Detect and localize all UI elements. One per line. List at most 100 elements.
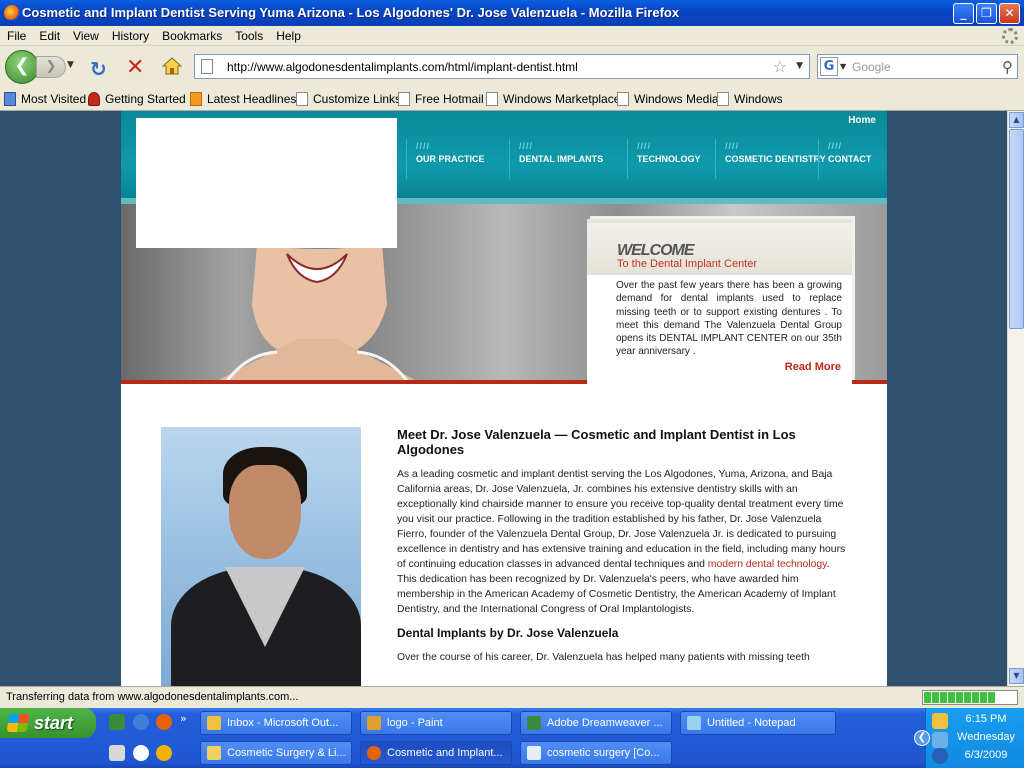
folder-icon [4, 92, 16, 106]
search-icon[interactable]: ⚲ [1002, 58, 1013, 76]
window-title: Cosmetic and Implant Dentist Serving Yum… [22, 5, 680, 20]
page-icon [296, 92, 308, 106]
bookmark-windows-marketplace[interactable]: Windows Marketplace [486, 92, 620, 106]
outlook-tray-icon[interactable] [932, 713, 948, 729]
bookmark-windows-media[interactable]: Windows Media [617, 92, 719, 106]
task-explorer-folder[interactable]: Cosmetic Surgery & Li... [200, 741, 352, 765]
task-word-document[interactable]: cosmetic surgery [Co... [520, 741, 672, 765]
nav-technology[interactable]: ////TECHNOLOGY [627, 139, 701, 179]
url-dropdown-icon[interactable]: ▼ [796, 61, 803, 71]
minimize-button[interactable]: _ [953, 3, 974, 24]
page-icon [486, 92, 498, 106]
folder-icon [207, 746, 221, 760]
task-notepad[interactable]: Untitled - Notepad [680, 711, 836, 735]
article-subheading: Dental Implants by Dr. Jose Valenzuela [397, 626, 619, 640]
bookmark-getting-started[interactable]: Getting Started [88, 92, 186, 106]
home-link[interactable]: Home [848, 115, 876, 126]
task-outlook-inbox[interactable]: Inbox - Microsoft Out... [200, 711, 352, 735]
desktop-quicklaunch-icon[interactable] [109, 745, 125, 761]
progress-segment [972, 692, 979, 703]
start-button[interactable]: start [0, 708, 96, 738]
welcome-subtitle: To the Dental Implant Center [617, 258, 758, 270]
messenger-quicklaunch-icon[interactable] [133, 745, 149, 761]
network-tray-icon[interactable] [932, 732, 948, 748]
menu-history[interactable]: History [105, 26, 155, 43]
reload-icon[interactable]: ↻ [90, 57, 107, 81]
article-heading: Meet Dr. Jose Valenzuela — Cosmetic and … [397, 427, 796, 457]
status-text: Transferring data from www.algodonesdent… [6, 691, 299, 703]
home-icon[interactable] [162, 57, 182, 75]
search-input[interactable]: Google [852, 60, 891, 74]
firefox-quicklaunch-icon[interactable] [156, 714, 172, 730]
engine-dropdown-icon[interactable]: ▼ [840, 62, 846, 71]
outlook-icon [207, 716, 221, 730]
bookmark-customize-links[interactable]: Customize Links [296, 92, 401, 106]
doctor-photo [161, 427, 361, 686]
progress-segment [940, 692, 947, 703]
progress-bar [922, 690, 1018, 705]
bookmark-most-visited[interactable]: Most Visited [4, 92, 86, 106]
bookmark-free-hotmail[interactable]: Free Hotmail [398, 92, 484, 106]
menu-tools[interactable]: Tools [228, 26, 269, 43]
vertical-scrollbar[interactable]: ▲ ▼ [1007, 111, 1024, 686]
progress-segment [932, 692, 939, 703]
quicklaunch-overflow-icon[interactable]: » [180, 712, 187, 725]
bookmark-latest-headlines[interactable]: Latest Headlines [190, 92, 296, 106]
page-viewport: Home ////OUR PRACTICE ////DENTAL IMPLANT… [0, 111, 1007, 686]
search-bar[interactable]: G ▼ Google ⚲ [817, 54, 1018, 79]
website: Home ////OUR PRACTICE ////DENTAL IMPLANT… [121, 111, 887, 686]
address-bar[interactable]: http://www.algodonesdentalimplants.com/h… [194, 54, 810, 79]
forward-button[interactable]: ❯ [36, 56, 66, 78]
progress-segment [948, 692, 955, 703]
scroll-down-icon[interactable]: ▼ [1009, 668, 1024, 684]
nav-dental-implants[interactable]: ////DENTAL IMPLANTS [509, 139, 603, 179]
tray-expand-icon[interactable]: ❮ [914, 730, 930, 746]
firefox-icon [367, 746, 381, 760]
maximize-button[interactable]: ❐ [976, 3, 997, 24]
page-icon [201, 59, 213, 74]
nav-cosmetic-dentistry[interactable]: ////COSMETIC DENTISTRY [715, 139, 826, 179]
firefox-bookmark-icon [88, 92, 100, 106]
window-title-bar[interactable]: Cosmetic and Implant Dentist Serving Yum… [0, 0, 1024, 26]
article-paragraph: As a leading cosmetic and implant dentis… [397, 469, 846, 615]
progress-segment [956, 692, 963, 703]
internet-explorer-icon[interactable] [133, 714, 149, 730]
stop-icon[interactable]: ✕ [126, 55, 144, 80]
chrome-quicklaunch-icon[interactable] [156, 745, 172, 761]
welcome-text: Over the past few years there has been a… [616, 280, 842, 358]
modern-dental-technology-link[interactable]: modern dental technology [708, 559, 827, 570]
bookmarks-toolbar: Most Visited Getting Started Latest Head… [0, 88, 1024, 111]
windows-taskbar: start » Inbox - Microsoft Out... logo - … [0, 708, 1024, 768]
search-engine-icon[interactable]: G [820, 57, 838, 76]
page-icon [717, 92, 729, 106]
menu-help[interactable]: Help [269, 26, 307, 43]
clock-date: 6/3/2009 [964, 749, 1008, 761]
notepad-icon [687, 716, 701, 730]
bookmark-windows[interactable]: Windows [717, 92, 783, 106]
paint-icon [367, 716, 381, 730]
page-icon [617, 92, 629, 106]
progress-segment [924, 692, 931, 703]
clock-time[interactable]: 6:15 PM [951, 713, 1021, 725]
scroll-up-icon[interactable]: ▲ [1009, 112, 1024, 128]
menu-bookmarks[interactable]: Bookmarks [155, 26, 228, 43]
task-firefox[interactable]: Cosmetic and Implant... [360, 741, 512, 765]
dreamweaver-quicklaunch-icon[interactable] [109, 714, 125, 730]
read-more-link[interactable]: Read More [785, 361, 841, 373]
scroll-thumb[interactable] [1009, 129, 1024, 329]
bookmark-star-icon[interactable]: ☆ [773, 57, 787, 76]
nav-contact[interactable]: ////CONTACT [818, 139, 871, 179]
volume-tray-icon[interactable] [932, 748, 948, 764]
windows-logo-icon [6, 714, 30, 732]
nav-our-practice[interactable]: ////OUR PRACTICE [406, 139, 485, 179]
task-dreamweaver[interactable]: Adobe Dreamweaver ... [520, 711, 672, 735]
close-button[interactable]: ✕ [999, 3, 1020, 24]
back-button[interactable]: ❮ [5, 50, 39, 84]
menu-view[interactable]: View [66, 26, 105, 43]
task-paint[interactable]: logo - Paint [360, 711, 512, 735]
menu-edit[interactable]: Edit [32, 26, 66, 43]
logo-placeholder[interactable] [136, 118, 397, 248]
url-text[interactable]: http://www.algodonesdentalimplants.com/h… [227, 60, 578, 74]
menu-file[interactable]: File [0, 26, 32, 43]
history-dropdown-icon[interactable]: ▼ [67, 60, 74, 70]
